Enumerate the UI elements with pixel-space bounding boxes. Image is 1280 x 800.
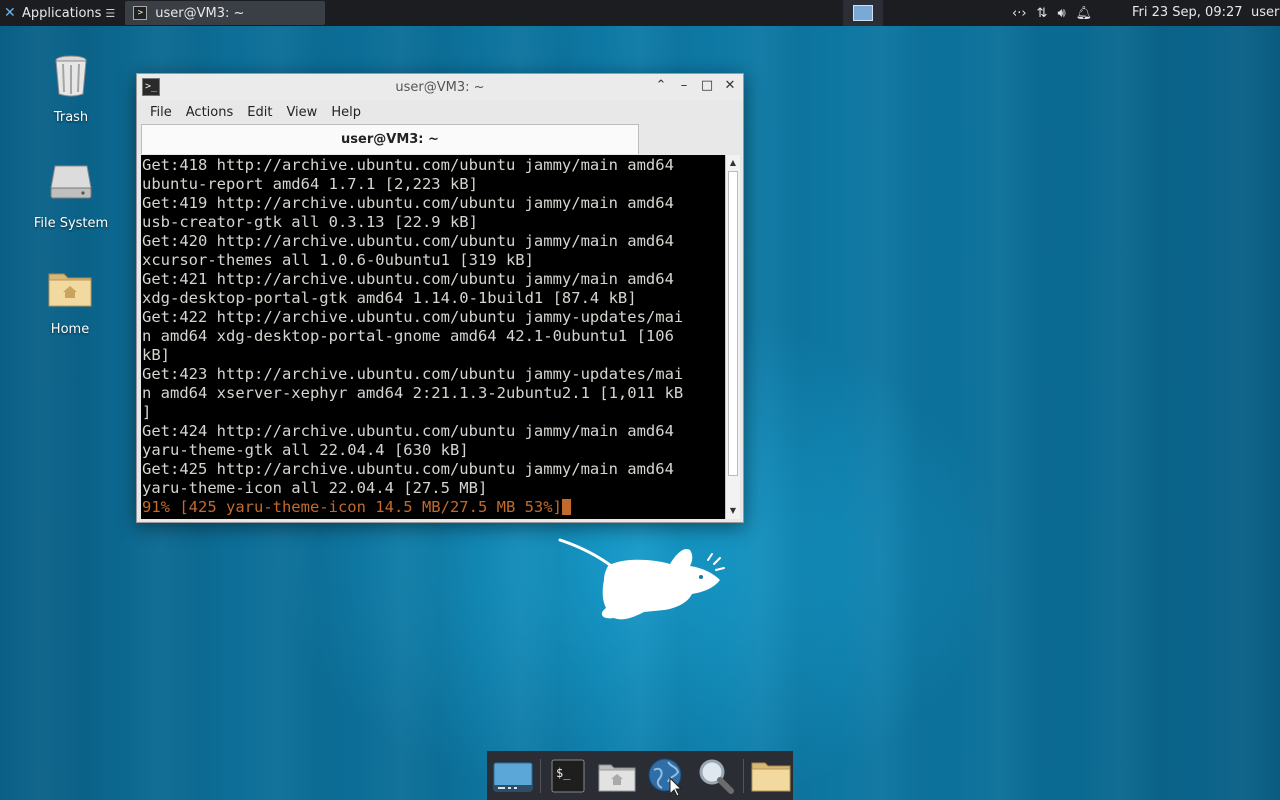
web-browser-icon xyxy=(648,758,683,796)
top-panel: ✕ Applications ☰ > user@VM3: ~ ‹·› ⇅ 🔊︎ … xyxy=(0,0,1280,26)
app-finder-icon xyxy=(699,759,735,794)
terminal-line: Get:425 http://archive.ubuntu.com/ubuntu… xyxy=(142,460,674,478)
minimize-button[interactable]: – xyxy=(677,78,691,93)
applications-menu-button[interactable]: ✕ Applications ☰ xyxy=(0,0,121,26)
terminal-scrollbar[interactable]: ▲ ▼ xyxy=(725,155,740,519)
terminal-cursor xyxy=(561,499,571,515)
desktop-icon-label: Home xyxy=(50,322,90,337)
home-folder-icon xyxy=(598,764,636,791)
terminal-line: yaru-theme-gtk all 22.04.4 [630 kB] xyxy=(142,441,469,459)
window-titlebar[interactable]: >_ user@VM3: ~ ⌃ – □ ✕ xyxy=(137,74,743,100)
terminal-icon: $_ xyxy=(551,759,585,792)
volume-icon[interactable]: 🔊︎ xyxy=(1057,6,1065,21)
menu-view[interactable]: View xyxy=(279,105,324,120)
desktop-icon-label: Trash xyxy=(53,110,89,125)
terminal-app-icon: >_ xyxy=(142,78,160,96)
terminal-line: Get:422 http://archive.ubuntu.com/ubuntu… xyxy=(142,308,684,326)
drive-icon xyxy=(50,165,92,199)
dock-terminal[interactable]: $_ xyxy=(547,754,590,798)
home-folder-icon xyxy=(48,273,92,307)
applications-label: Applications xyxy=(22,5,102,21)
menu-edit[interactable]: Edit xyxy=(240,105,279,120)
bottom-dock: $_ xyxy=(487,751,793,800)
progress-text: 91% [425 yaru-theme-icon 14.5 MB/27.5 MB… xyxy=(142,498,562,516)
dock-separator xyxy=(540,758,541,793)
progress-line: 91% [425 yaru-theme-icon 14.5 MB/27.5 MB… xyxy=(142,498,725,517)
window-title: user@VM3: ~ xyxy=(395,79,485,95)
menu-icon: ☰ xyxy=(105,6,116,20)
workspace-1[interactable] xyxy=(853,5,873,21)
desktop-icon-home[interactable]: Home xyxy=(20,264,120,337)
clock[interactable]: Fri 23 Sep, 09:27 xyxy=(1132,5,1243,20)
terminal-line: Get:419 http://archive.ubuntu.com/ubuntu… xyxy=(142,194,674,212)
desktop-icon-trash[interactable]: Trash xyxy=(21,52,121,125)
terminal-line: xcursor-themes all 1.0.6-0ubuntu1 [319 k… xyxy=(142,251,534,269)
terminal-line: Get:424 http://archive.ubuntu.com/ubuntu… xyxy=(142,422,674,440)
trash-icon xyxy=(55,55,87,97)
taskbar-terminal-button[interactable]: > user@VM3: ~ xyxy=(125,1,326,25)
maximize-button[interactable]: □ xyxy=(700,78,714,93)
scroll-down-arrow-icon[interactable]: ▼ xyxy=(726,504,740,518)
dock-separator xyxy=(742,758,744,793)
terminal-line: Get:418 http://archive.ubuntu.com/ubuntu… xyxy=(142,156,674,174)
close-button[interactable]: ✕ xyxy=(723,78,737,93)
terminal-line: n amd64 xserver-xephyr amd64 2:21.1.3-2u… xyxy=(142,384,684,402)
files-folder-icon xyxy=(751,762,791,791)
menu-bar: File Actions Edit View Help xyxy=(137,100,743,124)
taskbar-title: user@VM3: ~ xyxy=(155,5,245,21)
terminal-line: n amd64 xdg-desktop-portal-gnome amd64 4… xyxy=(142,327,674,345)
xfce-logo-icon: ✕ xyxy=(4,5,16,21)
xfce-mouse-logo xyxy=(558,538,725,620)
terminal-line: Get:421 http://archive.ubuntu.com/ubuntu… xyxy=(142,270,674,288)
scroll-up-arrow-icon[interactable]: ▲ xyxy=(726,156,740,170)
menu-actions[interactable]: Actions xyxy=(179,105,241,120)
dock-app-finder[interactable] xyxy=(694,754,737,798)
dock-files-folder[interactable] xyxy=(750,754,793,798)
dock-web-browser[interactable] xyxy=(645,754,688,798)
terminal-output[interactable]: Get:418 http://archive.ubuntu.com/ubuntu… xyxy=(141,155,725,519)
terminal-line: yaru-theme-icon all 22.04.4 [27.5 MB] xyxy=(142,479,488,497)
terminal-line: xdg-desktop-portal-gtk amd64 1.14.0-1bui… xyxy=(142,289,637,307)
terminal-window: >_ user@VM3: ~ ⌃ – □ ✕ File Actions Edit… xyxy=(136,73,744,523)
menu-file[interactable]: File xyxy=(143,105,179,120)
svg-text:$_: $_ xyxy=(556,766,571,780)
desktop-icon-file-system[interactable]: File System xyxy=(21,158,121,231)
desktop-icon-label: File System xyxy=(33,216,109,231)
tab-terminal[interactable]: user@VM3: ~ xyxy=(141,124,639,154)
notification-bell-icon[interactable]: 🔔︎ xyxy=(1076,6,1093,21)
transfer-icon[interactable]: ⇅ xyxy=(1037,6,1048,21)
system-tray: ‹·› ⇅ 🔊︎ 🔔︎ xyxy=(1012,0,1092,26)
terminal-line: Get:420 http://archive.ubuntu.com/ubuntu… xyxy=(142,232,674,250)
terminal-line: Get:423 http://archive.ubuntu.com/ubuntu… xyxy=(142,365,684,383)
dock-home-folder[interactable] xyxy=(596,754,639,798)
scrollbar-thumb[interactable] xyxy=(728,171,738,476)
tab-bar: user@VM3: ~ xyxy=(137,124,743,156)
terminal-line: ubuntu-report amd64 1.7.1 [2,223 kB] xyxy=(142,175,478,193)
workspace-switcher[interactable] xyxy=(843,0,883,26)
show-desktop-icon xyxy=(493,762,532,791)
terminal-line: usb-creator-gtk all 0.3.13 [22.9 kB] xyxy=(142,213,478,231)
shade-button[interactable]: ⌃ xyxy=(654,78,668,93)
terminal-line: kB] xyxy=(142,346,170,364)
dock-show-desktop[interactable] xyxy=(491,754,534,798)
user-menu[interactable]: user xyxy=(1251,5,1279,20)
terminal-small-icon: > xyxy=(133,6,148,20)
terminal-line: ] xyxy=(142,403,152,421)
network-icon[interactable]: ‹·› xyxy=(1012,6,1027,21)
menu-help[interactable]: Help xyxy=(324,105,368,120)
